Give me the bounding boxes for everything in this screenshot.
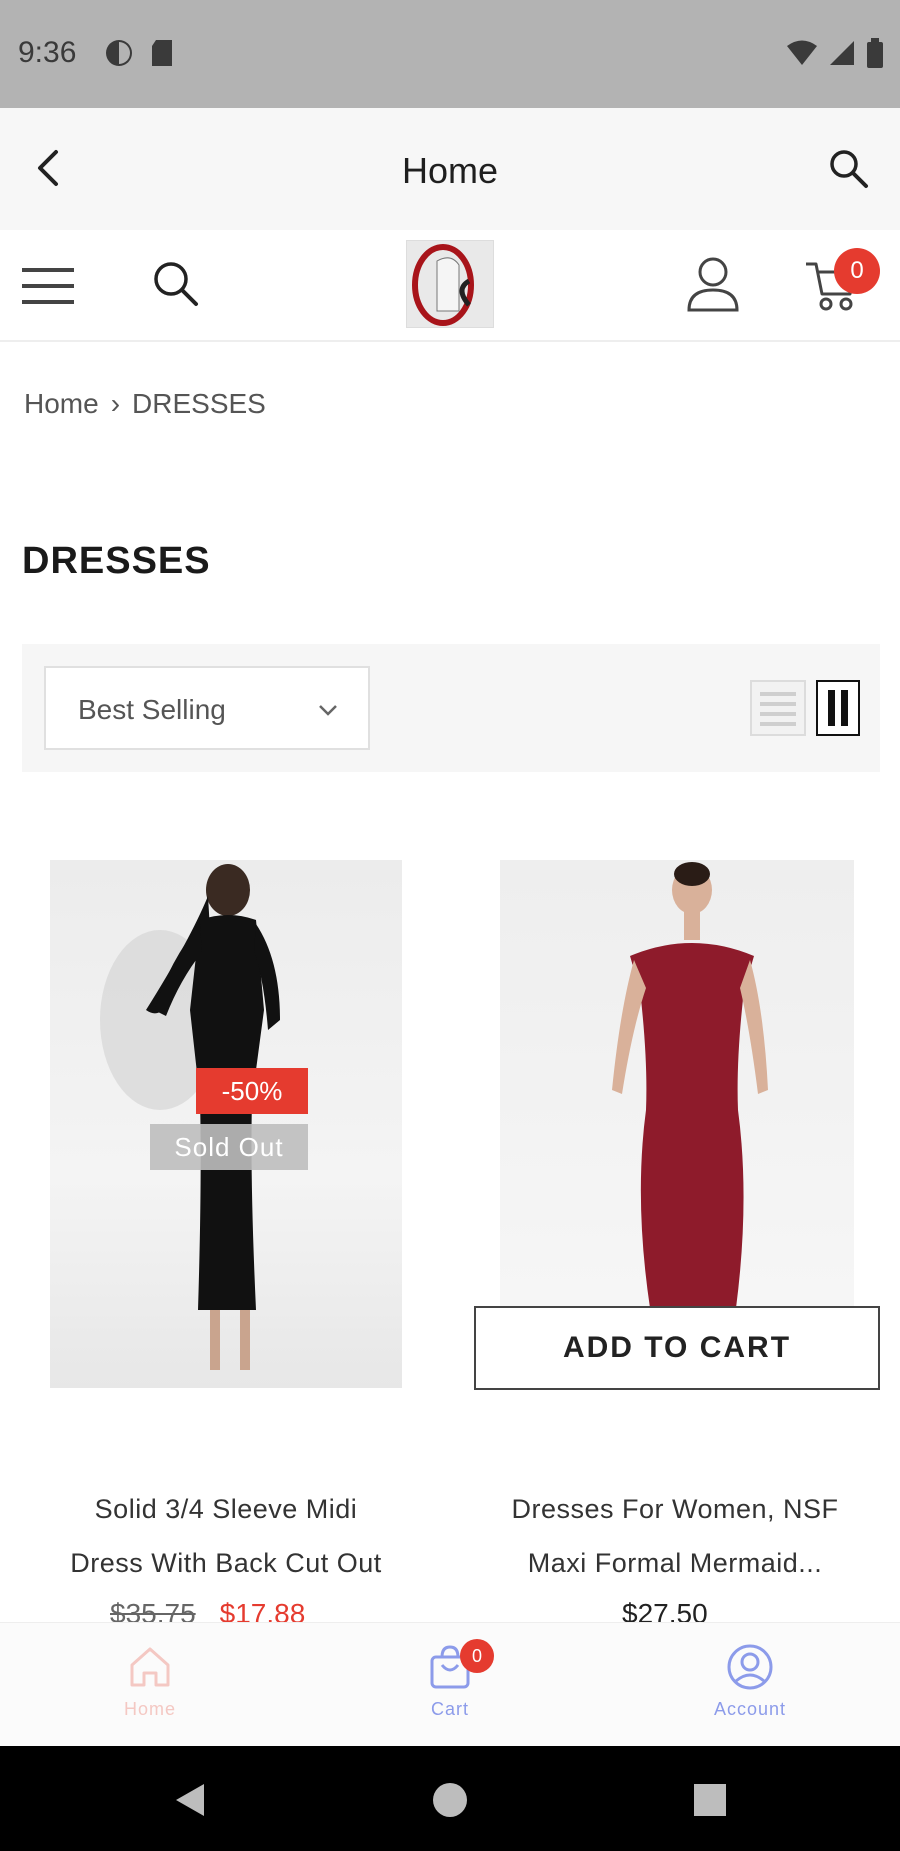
grid-view-button[interactable] [816, 680, 860, 736]
product-title-line: Maxi Formal Mermaid... [527, 1548, 823, 1578]
nav-home[interactable]: Home [70, 1643, 230, 1739]
list-view-icon [760, 692, 796, 726]
product-title[interactable]: Dresses For Women, NSF Maxi Formal Merma… [470, 1482, 880, 1590]
search-icon[interactable] [826, 146, 870, 190]
signal-icon [830, 41, 854, 65]
add-to-cart-button[interactable]: ADD TO CART [474, 1306, 880, 1390]
product-image[interactable] [500, 860, 854, 1308]
home-circle-icon[interactable] [430, 1780, 470, 1820]
app-bar: Home [0, 108, 900, 230]
bottom-navigation: Home Cart 0 Account [0, 1622, 900, 1746]
collection-toolbar: Best Selling [22, 644, 880, 772]
header-search-icon[interactable] [150, 258, 200, 308]
user-icon[interactable] [686, 254, 740, 312]
red-dress-photo [612, 862, 768, 1308]
nav-cart-label: Cart [430, 1699, 469, 1719]
list-view-button[interactable] [750, 680, 806, 736]
sort-value: Best Selling [78, 694, 226, 725]
breadcrumb: Home › DRESSES [24, 388, 266, 420]
nav-cart-badge: 0 [460, 1639, 494, 1673]
app-title: Home [401, 150, 499, 191]
breadcrumb-home-link[interactable]: Home [24, 388, 99, 420]
sort-dropdown[interactable]: Best Selling [44, 666, 370, 750]
cart-count-badge: 0 [834, 248, 880, 294]
back-triangle-icon[interactable] [170, 1780, 210, 1820]
store-header [0, 230, 900, 342]
product-title[interactable]: Solid 3/4 Sleeve Midi Dress With Back Cu… [22, 1482, 430, 1590]
discount-badge: -50% [196, 1068, 308, 1114]
home-icon [130, 1647, 170, 1687]
collection-title: DRESSES [22, 540, 211, 582]
status-time: 9:36 [18, 36, 77, 69]
sync-icon [106, 40, 132, 66]
breadcrumb-current: DRESSES [132, 388, 266, 419]
account-circle-icon [727, 1644, 773, 1690]
battery-icon [867, 38, 883, 68]
recents-square-icon[interactable] [690, 1780, 730, 1820]
hamburger-menu-icon[interactable] [20, 260, 76, 312]
store-logo[interactable] [406, 240, 494, 328]
sold-out-badge: Sold Out [150, 1124, 308, 1170]
nav-home-label: Home [123, 1699, 176, 1719]
product-title-line: Dress With Back Cut Out [70, 1548, 382, 1578]
status-bar: 9:36 [0, 0, 900, 108]
wifi-icon [787, 40, 817, 65]
breadcrumb-separator: › [110, 388, 121, 419]
nav-cart[interactable]: Cart 0 [370, 1639, 530, 1739]
product-title-line: Dresses For Women, NSF [511, 1494, 839, 1524]
sd-card-icon [152, 40, 172, 66]
system-navigation-bar [0, 1746, 900, 1851]
grid-view-icon [828, 690, 848, 726]
chevron-down-icon [319, 705, 337, 716]
logo-graphic [412, 244, 474, 326]
product-title-line: Solid 3/4 Sleeve Midi [94, 1494, 358, 1524]
nav-account[interactable]: Account [670, 1643, 830, 1739]
nav-account-label: Account [713, 1699, 787, 1719]
